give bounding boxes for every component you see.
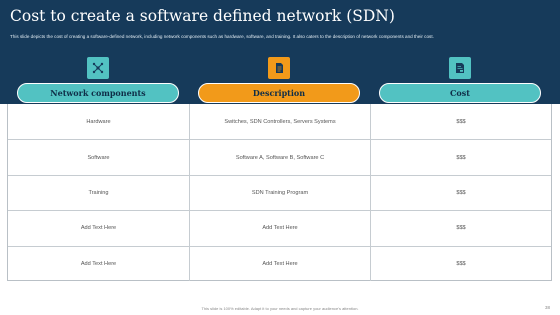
table-row: Add Text Here Add Text Here $$$ xyxy=(8,245,551,281)
column-header-description: Description xyxy=(198,83,360,103)
page-number: 38 xyxy=(544,305,550,310)
table-cell: $$$ xyxy=(370,140,551,175)
slide-subtitle: This slide depicts the cost of creating … xyxy=(10,34,434,39)
table-row: Training SDN Training Program $$$ xyxy=(8,174,551,211)
network-icon xyxy=(87,57,109,79)
table-row: Add Text Here Add Text Here $$$ xyxy=(8,210,551,246)
column-header-network-components: Network components xyxy=(17,83,179,103)
table-cell: Switches, SDN Controllers, Servers Syste… xyxy=(189,104,370,140)
cost-table: Hardware Switches, SDN Controllers, Serv… xyxy=(7,104,552,281)
table-cell: Software xyxy=(87,154,110,161)
table-row: Software Software A, Software B, Softwar… xyxy=(8,139,551,175)
column-header-cost: Cost xyxy=(379,83,541,103)
table-cell: Add Text Here xyxy=(189,246,370,281)
table-cell: $$$ xyxy=(370,175,551,211)
table-cell: $$$ xyxy=(370,246,551,281)
table-cell: Software A, Software B, Software C xyxy=(189,140,370,175)
table-cell: SDN Training Program xyxy=(189,175,370,211)
table-row: Hardware Switches, SDN Controllers, Serv… xyxy=(8,104,551,140)
table-cell: $$$ xyxy=(370,211,551,246)
table-cell: Hardware xyxy=(86,118,111,125)
footer-note: This slide is 100% editable. Adapt it to… xyxy=(201,306,359,311)
document-icon xyxy=(268,57,290,79)
slide-title: Cost to create a software defined networ… xyxy=(10,7,395,25)
invoice-icon xyxy=(449,57,471,79)
table-cell: Add Text Here xyxy=(80,225,117,232)
table-cell: Add Text Here xyxy=(80,260,117,267)
table-cell: Training xyxy=(88,189,109,196)
table-cell: Add Text Here xyxy=(189,211,370,246)
table-cell: $$$ xyxy=(370,104,551,140)
